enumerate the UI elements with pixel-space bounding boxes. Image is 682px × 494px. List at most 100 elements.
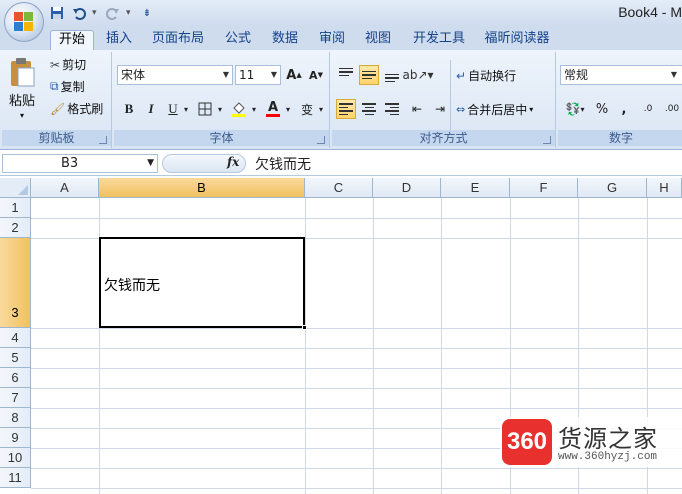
paintbrush-icon: 🖌 bbox=[50, 101, 66, 116]
paste-button[interactable]: 粘贴 ▾ bbox=[8, 56, 36, 120]
tab-review[interactable]: 审阅 bbox=[312, 30, 352, 50]
row-header-10[interactable]: 10 bbox=[0, 448, 31, 468]
align-top-icon bbox=[339, 67, 353, 77]
customize-icon[interactable]: ⇟ bbox=[138, 4, 156, 22]
row-header-8[interactable]: 8 bbox=[0, 408, 31, 428]
align-right-button[interactable] bbox=[382, 99, 402, 119]
comma-button[interactable]: , bbox=[614, 99, 634, 119]
align-top-button[interactable] bbox=[336, 65, 356, 85]
row-header-2[interactable]: 2 bbox=[0, 218, 31, 238]
undo-icon[interactable] bbox=[70, 4, 88, 22]
clipboard-launcher-icon[interactable] bbox=[99, 136, 107, 144]
row-header-4[interactable]: 4 bbox=[0, 328, 31, 348]
align-middle-button[interactable] bbox=[359, 65, 379, 85]
column-header-a[interactable]: A bbox=[31, 178, 99, 198]
tab-data[interactable]: 数据 bbox=[264, 30, 306, 50]
select-all-button[interactable] bbox=[0, 178, 31, 198]
font-launcher-icon[interactable] bbox=[317, 136, 325, 144]
name-box[interactable]: B3 ▼ bbox=[2, 154, 158, 173]
fill-handle[interactable] bbox=[302, 325, 307, 330]
formula-input[interactable]: 欠钱而无 bbox=[255, 154, 311, 174]
fill-color-dropdown-icon[interactable]: ▾ bbox=[249, 99, 259, 119]
decrease-decimal-button[interactable]: .00 bbox=[660, 99, 682, 119]
alignment-group-label: 对齐方式 bbox=[332, 130, 555, 146]
alignment-group: ab↗▾ ⇤ ⇥ ↵ 自动换行 ⇔ 合并后居中 ▾ 对齐方式 bbox=[332, 52, 556, 148]
shrink-font-button[interactable]: A ▼ bbox=[306, 65, 326, 85]
row-header-6[interactable]: 6 bbox=[0, 368, 31, 388]
save-icon[interactable] bbox=[48, 4, 66, 22]
wrap-text-button[interactable]: ↵ 自动换行 bbox=[456, 67, 516, 84]
font-size-combo[interactable]: 11 ▼ bbox=[235, 65, 281, 85]
number-format-combo[interactable]: 常规 ▼ bbox=[560, 65, 682, 85]
wrap-text-icon: ↵ bbox=[456, 68, 467, 83]
row-header-3[interactable]: 3 bbox=[0, 238, 31, 328]
redo-icon[interactable] bbox=[104, 4, 122, 22]
row-header-1[interactable]: 1 bbox=[0, 198, 31, 218]
font-name-combo[interactable]: 宋体 ▼ bbox=[117, 65, 233, 85]
tab-page-layout[interactable]: 页面布局 bbox=[146, 30, 210, 50]
font-group: 宋体 ▼ 11 ▼ A ▲ A ▼ B I U ▾ ▾ ▾ A ▾ 变 ▾ 字体 bbox=[114, 52, 330, 148]
number-format-value: 常规 bbox=[564, 68, 589, 82]
tab-home[interactable]: 开始 bbox=[50, 30, 94, 50]
column-header-d[interactable]: D bbox=[373, 178, 441, 198]
row-header-9[interactable]: 9 bbox=[0, 428, 31, 448]
tab-developer[interactable]: 开发工具 bbox=[406, 30, 472, 50]
bold-button[interactable]: B bbox=[119, 99, 139, 119]
align-bottom-button[interactable] bbox=[382, 65, 402, 85]
format-painter-button[interactable]: 🖌 格式刷 bbox=[50, 100, 103, 117]
gridline bbox=[31, 408, 682, 409]
fill-color-button[interactable] bbox=[229, 99, 249, 119]
accounting-format-button[interactable]: 💱 ▾ bbox=[562, 99, 588, 119]
row-header-11[interactable]: 11 bbox=[0, 468, 31, 488]
cut-button[interactable]: ✂ 剪切 bbox=[50, 56, 86, 73]
gridline bbox=[31, 348, 682, 349]
phonetic-dropdown-icon[interactable]: ▾ bbox=[316, 99, 326, 119]
borders-button[interactable] bbox=[195, 99, 215, 119]
tab-view[interactable]: 视图 bbox=[358, 30, 398, 50]
alignment-launcher-icon[interactable] bbox=[543, 136, 551, 144]
percent-button[interactable]: % bbox=[592, 99, 612, 119]
italic-button[interactable]: I bbox=[141, 99, 161, 119]
redo-dropdown-icon[interactable]: ▾ bbox=[126, 8, 134, 18]
grow-font-icon: A bbox=[286, 67, 297, 83]
underline-dropdown-icon[interactable]: ▾ bbox=[181, 99, 191, 119]
gridline bbox=[441, 198, 442, 494]
merge-center-icon: ⇔ bbox=[456, 103, 466, 116]
grow-font-button[interactable]: A ▲ bbox=[284, 65, 304, 85]
fill-bucket-icon bbox=[232, 102, 246, 117]
watermark-logo: 360 bbox=[502, 419, 552, 465]
alignment-separator bbox=[450, 60, 451, 130]
office-button[interactable] bbox=[4, 2, 44, 42]
tab-insert[interactable]: 插入 bbox=[100, 30, 138, 50]
column-header-h[interactable]: H bbox=[647, 178, 682, 198]
font-color-dropdown-icon[interactable]: ▾ bbox=[283, 99, 293, 119]
copy-button[interactable]: ⧉ 复制 bbox=[50, 78, 85, 95]
row-header-5[interactable]: 5 bbox=[0, 348, 31, 368]
column-header-e[interactable]: E bbox=[441, 178, 510, 198]
column-header-c[interactable]: C bbox=[305, 178, 373, 198]
tab-formulas[interactable]: 公式 bbox=[218, 30, 258, 50]
font-color-button[interactable]: A bbox=[263, 99, 283, 119]
office-logo-icon bbox=[14, 12, 34, 32]
column-header-b[interactable]: B bbox=[99, 178, 305, 198]
borders-dropdown-icon[interactable]: ▾ bbox=[215, 99, 225, 119]
copy-icon: ⧉ bbox=[50, 79, 59, 93]
align-middle-icon bbox=[362, 70, 376, 80]
column-header-f[interactable]: F bbox=[510, 178, 578, 198]
insert-function-icon[interactable]: fx bbox=[227, 155, 239, 169]
merge-center-button[interactable]: ⇔ 合并后居中 ▾ bbox=[456, 101, 533, 118]
phonetic-button[interactable]: 变 bbox=[297, 99, 317, 119]
align-left-button[interactable] bbox=[336, 99, 356, 119]
copy-label: 复制 bbox=[60, 80, 85, 94]
tab-foxit-reader[interactable]: 福昕阅读器 bbox=[478, 30, 556, 50]
column-header-g[interactable]: G bbox=[578, 178, 647, 198]
undo-dropdown-icon[interactable]: ▾ bbox=[92, 8, 100, 18]
decrease-indent-button[interactable]: ⇤ bbox=[407, 99, 427, 119]
increase-decimal-button[interactable]: .0 bbox=[638, 99, 658, 119]
row-header-7[interactable]: 7 bbox=[0, 388, 31, 408]
increase-indent-button[interactable]: ⇥ bbox=[430, 99, 450, 119]
underline-button[interactable]: U bbox=[163, 99, 183, 119]
align-center-button[interactable] bbox=[359, 99, 379, 119]
orientation-button[interactable]: ab↗▾ bbox=[402, 65, 433, 85]
number-format-dropdown-icon: ▼ bbox=[670, 70, 677, 79]
